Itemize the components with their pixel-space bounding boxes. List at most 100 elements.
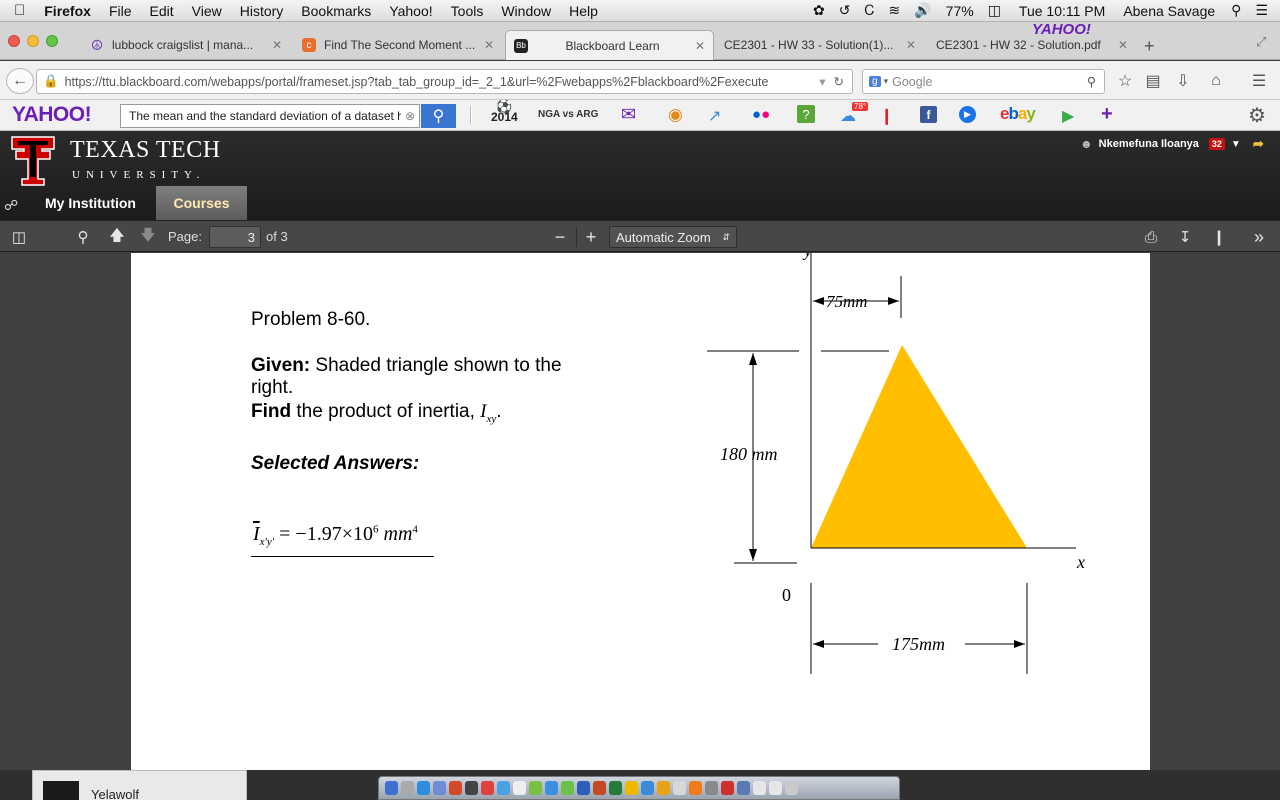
- app-icon[interactable]: [545, 781, 558, 795]
- sidebar-toggle-icon[interactable]: ◫: [9, 226, 29, 248]
- menu-app-name[interactable]: Firefox: [35, 3, 100, 19]
- zoom-select[interactable]: Automatic Zoom ⇵: [609, 226, 737, 248]
- apple-menu-icon[interactable]: : [0, 2, 35, 19]
- safari-icon[interactable]: [417, 781, 430, 795]
- close-tab-icon[interactable]: ✕: [695, 39, 705, 53]
- excel-icon[interactable]: [609, 781, 622, 795]
- app-icon[interactable]: [689, 781, 702, 795]
- app-icon[interactable]: [497, 781, 510, 795]
- app-icon[interactable]: [481, 781, 494, 795]
- firefox-icon[interactable]: [449, 781, 462, 795]
- ebay-link[interactable]: ebay: [1000, 104, 1036, 124]
- time-machine-icon[interactable]: ↺: [833, 2, 857, 19]
- menu-window[interactable]: Window: [492, 3, 560, 19]
- app-icon[interactable]: [529, 781, 542, 795]
- finance-icon[interactable]: ↗: [708, 106, 721, 126]
- close-tab-icon[interactable]: ✕: [906, 38, 916, 52]
- powerpoint-icon[interactable]: [593, 781, 606, 795]
- reading-list-icon[interactable]: ▤: [1142, 68, 1164, 94]
- logout-icon[interactable]: ➦: [1253, 136, 1264, 152]
- calendar-icon[interactable]: [513, 781, 526, 795]
- menu-history[interactable]: History: [231, 3, 293, 19]
- user-menu[interactable]: Abena Savage: [1113, 3, 1221, 19]
- tools-menu-icon[interactable]: »: [1248, 226, 1270, 248]
- menu-help[interactable]: Help: [560, 3, 607, 19]
- tag-icon[interactable]: ▶: [1062, 106, 1074, 126]
- menu-edit[interactable]: Edit: [141, 3, 183, 19]
- mail-icon[interactable]: ✉: [621, 104, 636, 125]
- back-button[interactable]: ←: [6, 68, 34, 94]
- close-tab-icon[interactable]: ✕: [272, 38, 282, 52]
- url-bar[interactable]: 🔒 https://ttu.blackboard.com/webapps/por…: [36, 69, 853, 94]
- next-page-icon[interactable]: 🡇: [137, 226, 159, 248]
- battery-icon[interactable]: ◫: [982, 2, 1007, 19]
- user-menu[interactable]: ☻ Nkemefuna Iloanya 32 ▼ ➦: [1080, 136, 1264, 152]
- minimize-window-button[interactable]: [27, 35, 39, 47]
- basketball-icon[interactable]: ◉: [668, 105, 683, 125]
- home-icon[interactable]: ⌂: [1204, 68, 1228, 94]
- app-icon[interactable]: [641, 781, 654, 795]
- app-icon[interactable]: [465, 781, 478, 795]
- link-icon[interactable]: ☍: [4, 197, 18, 214]
- tab-craigslist[interactable]: ☮ lubbock craigslist | mana... ✕: [82, 30, 290, 60]
- search-icon[interactable]: ⚲: [1087, 74, 1096, 89]
- previous-page-icon[interactable]: 🡅: [106, 226, 128, 248]
- zoom-out-button[interactable]: −: [549, 226, 571, 248]
- tab-hw33[interactable]: CE2301 - HW 33 - Solution(1)... ✕: [716, 30, 924, 60]
- app-icon[interactable]: [625, 781, 638, 795]
- launchpad-icon[interactable]: [401, 781, 414, 795]
- close-tab-icon[interactable]: ✕: [484, 38, 494, 52]
- clear-icon[interactable]: ⊗: [405, 109, 415, 123]
- menu-view[interactable]: View: [183, 3, 231, 19]
- play-icon[interactable]: ▶: [959, 106, 976, 123]
- trash-icon[interactable]: [785, 781, 798, 795]
- print-icon[interactable]: ⎙: [1140, 226, 1162, 248]
- search-icon[interactable]: ⚲: [72, 226, 94, 248]
- menu-yahoo[interactable]: Yahoo!: [380, 3, 441, 19]
- close-window-button[interactable]: [8, 35, 20, 47]
- pdf-viewer[interactable]: Problem 8-60. Given: Shaded triangle sho…: [0, 253, 1280, 770]
- app-icon[interactable]: [705, 781, 718, 795]
- worldcup-button[interactable]: ⚽ 2014: [491, 100, 518, 123]
- reload-icon[interactable]: ↻: [834, 74, 844, 89]
- spotlight-icon[interactable]: ⚲: [1223, 2, 1247, 19]
- fullscreen-icon[interactable]: ⤢: [1256, 34, 1266, 50]
- download-icon[interactable]: ⇩: [1172, 68, 1194, 94]
- zoom-window-button[interactable]: [46, 35, 58, 47]
- tab-chegg[interactable]: c Find The Second Moment ... ✕: [294, 30, 502, 60]
- menu-file[interactable]: File: [100, 3, 141, 19]
- tab-blackboard[interactable]: Bb Blackboard Learn ✕: [505, 30, 714, 60]
- finder-icon[interactable]: [385, 781, 398, 795]
- dropdown-icon[interactable]: ▾: [819, 74, 825, 89]
- bookmark-icon[interactable]: ❙: [880, 106, 893, 126]
- app-icon[interactable]: [737, 781, 750, 795]
- document-icon[interactable]: [753, 781, 766, 795]
- word-icon[interactable]: [577, 781, 590, 795]
- menu-bookmarks[interactable]: Bookmarks: [292, 3, 380, 19]
- new-tab-button[interactable]: +: [1144, 36, 1155, 57]
- mail-icon[interactable]: [433, 781, 446, 795]
- wifi-icon[interactable]: ≋: [882, 2, 906, 19]
- search-box[interactable]: g ▾ Google ⚲: [862, 69, 1105, 94]
- notification-center-icon[interactable]: ☰: [1249, 2, 1280, 19]
- star-icon[interactable]: ☆: [1114, 68, 1136, 94]
- chat-panel[interactable]: Yelawolf: [32, 770, 247, 800]
- add-icon[interactable]: +: [1101, 103, 1113, 126]
- clock[interactable]: Tue 10:11 PM: [1009, 3, 1111, 19]
- tab-courses[interactable]: Courses: [156, 186, 247, 220]
- menu-icon[interactable]: ☰: [1248, 68, 1270, 94]
- zoom-in-button[interactable]: +: [580, 226, 602, 248]
- bookmark-icon[interactable]: ❙: [1208, 226, 1230, 248]
- dropbox-icon[interactable]: ✿: [807, 2, 831, 19]
- match-score[interactable]: NGA vs ARG: [538, 109, 598, 120]
- yahoo-logo[interactable]: YAHOO!: [12, 103, 92, 127]
- battery-percent[interactable]: 77%: [940, 3, 980, 19]
- page-number-input[interactable]: 3: [209, 226, 261, 248]
- bluetooth-icon[interactable]: Ꮯ: [859, 2, 881, 19]
- yahoo-search-button[interactable]: ⚲: [421, 104, 456, 128]
- double-t-logo-icon[interactable]: [10, 135, 56, 187]
- app-icon[interactable]: [657, 781, 670, 795]
- volume-icon[interactable]: 🔊: [908, 2, 937, 19]
- close-tab-icon[interactable]: ✕: [1118, 38, 1128, 52]
- answers-icon[interactable]: ?: [797, 105, 815, 123]
